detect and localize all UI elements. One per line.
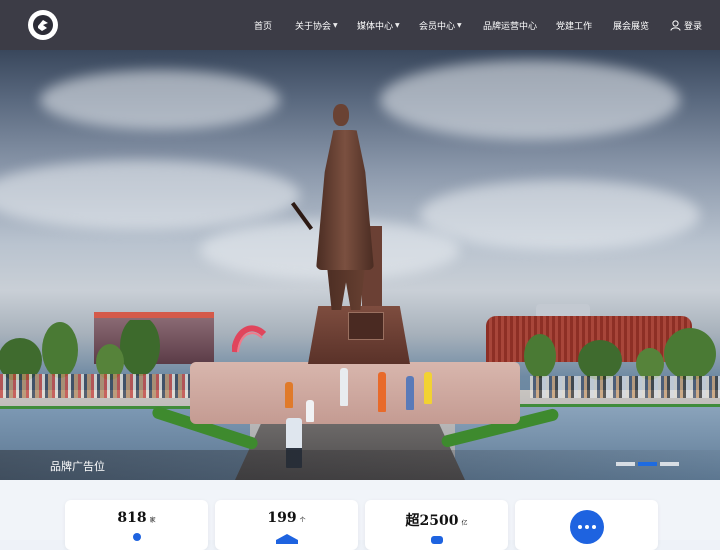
- site-logo[interactable]: [28, 10, 58, 40]
- stat-value: 199 个: [267, 510, 306, 526]
- top-nav-bar: 首页 关于协会 ▼ 媒体中心 ▼ 会员中心 ▼ 品牌运营中心 党建工作 展会展览 登录: [0, 0, 720, 50]
- chevron-down-icon: ▼: [395, 21, 400, 29]
- nav-item-label: 展会展览: [613, 21, 650, 32]
- nav-item-label: 会员中心: [419, 21, 456, 32]
- crowd-right: [530, 376, 720, 398]
- stat-value: 818 家: [117, 510, 156, 526]
- statue-head: [333, 104, 349, 126]
- nav-item-about[interactable]: 关于协会 ▼: [295, 0, 338, 50]
- statue-pedestal: [190, 362, 520, 424]
- money-bag-icon: [430, 536, 443, 544]
- nav-item-label: 党建工作: [556, 21, 593, 32]
- nav-item-home[interactable]: 首页: [254, 0, 272, 50]
- carousel-dot[interactable]: [616, 462, 635, 466]
- stat-card-members: 818 家: [65, 500, 208, 550]
- cloud: [380, 60, 680, 140]
- nav-item-label: 媒体中心: [357, 21, 394, 32]
- carousel-dot[interactable]: [660, 462, 679, 466]
- visitor: [306, 400, 314, 422]
- login-label: 登录: [684, 21, 703, 32]
- cloud: [420, 180, 700, 250]
- nav-item-exhibitions[interactable]: 展会展览: [613, 0, 649, 50]
- stat-value: 超2500 亿: [405, 513, 468, 529]
- visitor: [424, 372, 432, 404]
- shield-icon: [275, 534, 298, 544]
- nav-item-media[interactable]: 媒体中心 ▼: [357, 0, 400, 50]
- nav-item-label: 品牌运营中心: [483, 21, 538, 32]
- login-button[interactable]: 登录: [670, 0, 702, 50]
- stat-card-contact[interactable]: [515, 500, 658, 550]
- stat-card-brands: 199 个: [215, 500, 358, 550]
- red-sculpture: [232, 325, 266, 353]
- statue-body: [316, 130, 374, 270]
- nav-item-members[interactable]: 会员中心 ▼: [419, 0, 462, 50]
- cloud: [0, 160, 300, 230]
- hero-banner-image[interactable]: [0, 50, 720, 480]
- chevron-down-icon: ▼: [457, 21, 462, 29]
- statue-plaque: [348, 312, 384, 340]
- visitor: [378, 372, 386, 412]
- banner-caption-bar: [0, 450, 720, 480]
- carousel-dot-active[interactable]: [638, 462, 657, 466]
- nav-item-label: 关于协会: [295, 21, 332, 32]
- carousel-pager: [616, 462, 679, 466]
- visitor: [285, 382, 293, 408]
- stat-card-output: 超2500 亿: [365, 500, 508, 550]
- banner-ad-label: 品牌广告位: [50, 460, 105, 473]
- logo-mark-icon: [33, 15, 53, 35]
- chat-bubble-icon[interactable]: [569, 510, 604, 544]
- nav-item-brand-center[interactable]: 品牌运营中心: [483, 0, 537, 50]
- crowd-left: [0, 374, 190, 398]
- person-icon: [132, 533, 141, 541]
- nav-item-label: 首页: [254, 21, 273, 32]
- nav-item-party[interactable]: 党建工作: [556, 0, 592, 50]
- cloud: [40, 70, 280, 130]
- user-icon: [670, 19, 681, 31]
- visitor: [406, 376, 414, 410]
- visitor: [340, 368, 348, 406]
- chevron-down-icon: ▼: [333, 21, 338, 29]
